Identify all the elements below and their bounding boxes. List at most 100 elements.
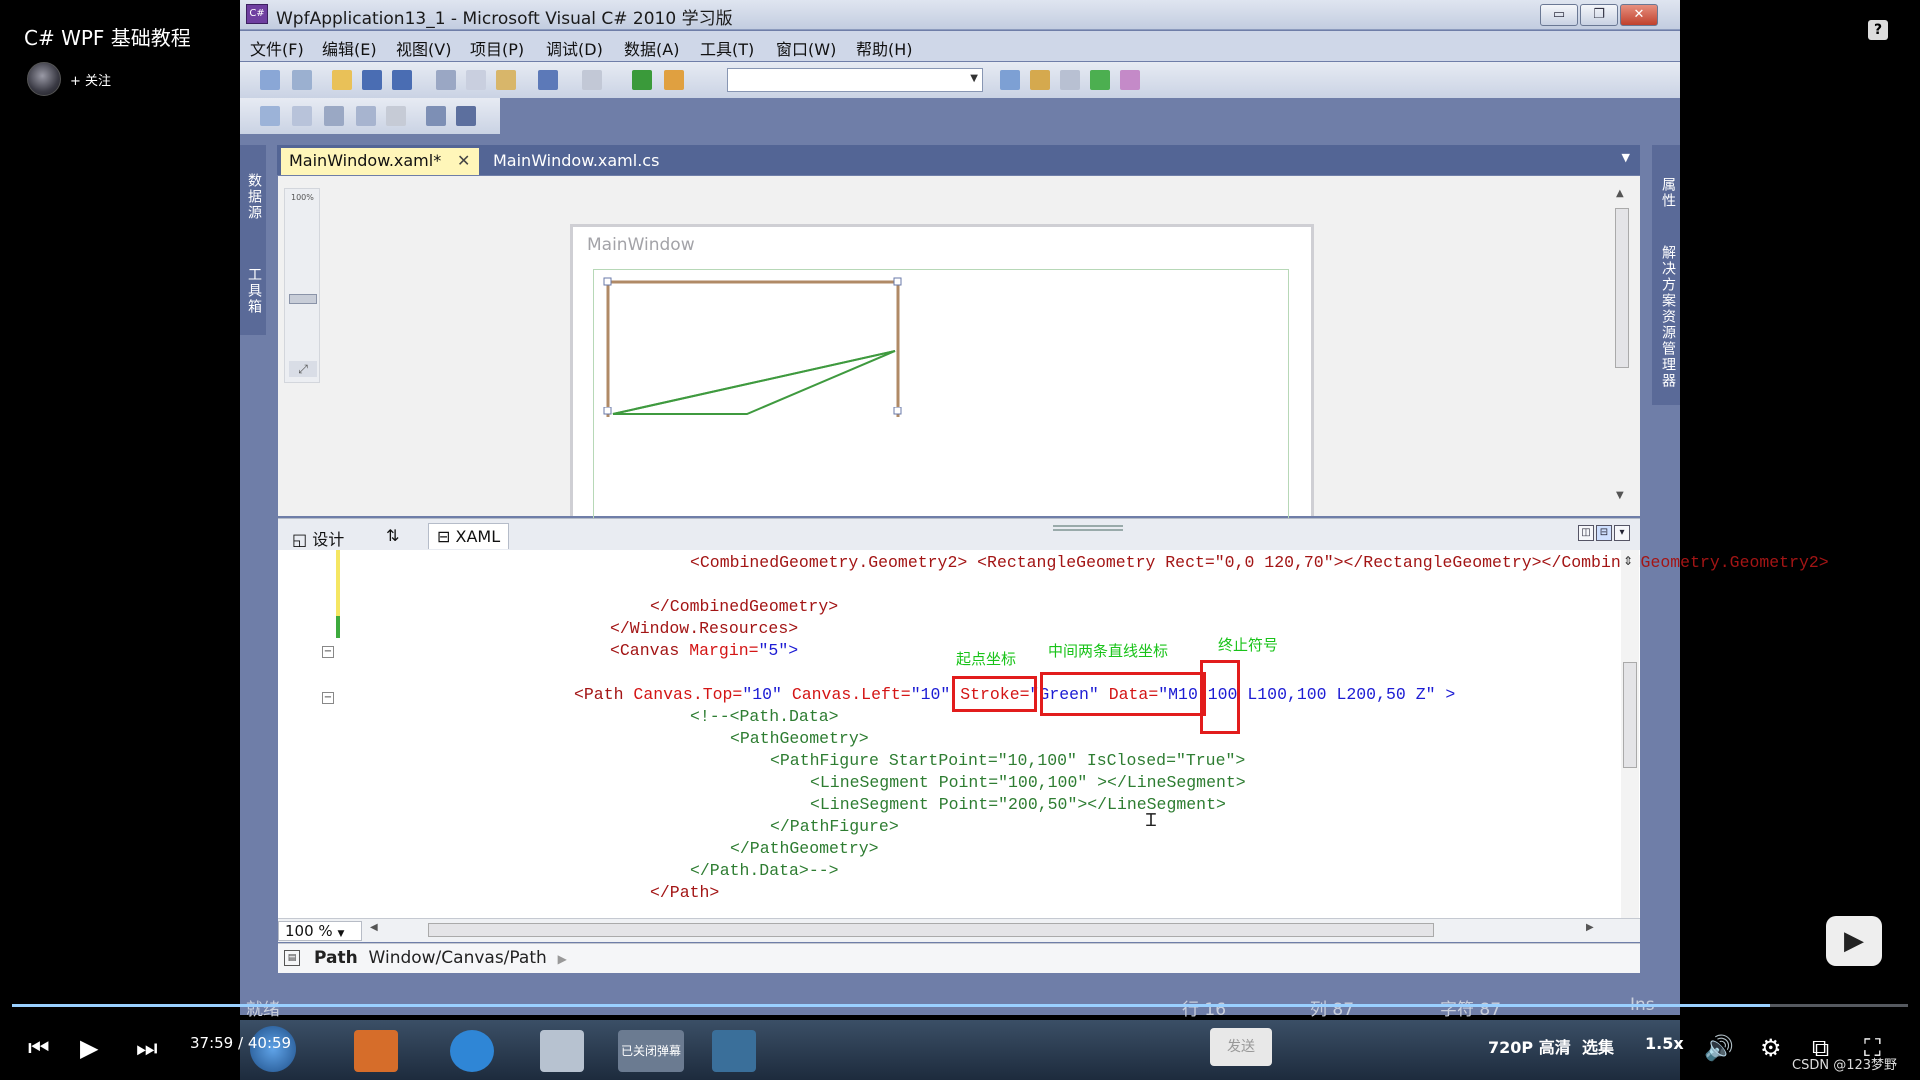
scroll-down-icon[interactable]: ▼: [1616, 490, 1624, 501]
selection-handles-bottom[interactable]: [603, 407, 915, 427]
design-window-title: MainWindow: [587, 235, 695, 255]
selection-bounds: [606, 280, 900, 417]
uploader-avatar[interactable]: [27, 62, 61, 96]
tab-mainwindow-xaml[interactable]: MainWindow.xaml* ✕: [281, 148, 479, 175]
scroll-up-icon[interactable]: ▲: [1616, 188, 1624, 199]
breadcrumb-path[interactable]: Path Window/Canvas/Path ▶: [314, 948, 567, 968]
menu-tools[interactable]: 工具(T): [700, 36, 754, 60]
layout-icon-2[interactable]: [292, 106, 312, 126]
tab-xaml[interactable]: ⊟ XAML: [428, 523, 510, 549]
menu-view[interactable]: 视图(V): [396, 36, 451, 60]
properties-tab[interactable]: 属性: [1658, 177, 1678, 209]
send-danmaku-button[interactable]: 发送: [1210, 1028, 1272, 1066]
collapse-pane-icon[interactable]: ▾: [1614, 525, 1630, 541]
next-icon[interactable]: ⏭: [136, 1034, 158, 1062]
restore-button[interactable]: ❐: [1580, 4, 1618, 26]
tab-mainwindow-xaml-cs[interactable]: MainWindow.xaml.cs: [485, 148, 667, 175]
vertical-split-icon[interactable]: ◫: [1578, 525, 1594, 541]
zoom-slider[interactable]: 100% ⤢: [284, 188, 320, 383]
splitter-grip[interactable]: [1053, 525, 1123, 531]
split-editor-icon[interactable]: ⇕: [1623, 554, 1633, 568]
bilibili-tv-icon[interactable]: ▶: [1826, 916, 1882, 966]
properties-icon[interactable]: [1060, 70, 1080, 90]
editor-vertical-scrollbar[interactable]: ⇕: [1621, 550, 1639, 920]
annotation-box-start: [952, 676, 1037, 712]
time-display: 37:59 / 40:59: [190, 1034, 291, 1052]
time-current: 37:59: [190, 1034, 234, 1052]
menu-data[interactable]: 数据(A): [624, 36, 679, 60]
editor-zoom-select[interactable]: 100 % ▼: [278, 921, 362, 941]
close-icon[interactable]: ✕: [457, 151, 470, 170]
tab-design[interactable]: ◱ 设计: [284, 523, 352, 549]
menu-window[interactable]: 窗口(W): [776, 36, 836, 60]
add-item-icon[interactable]: [292, 70, 312, 90]
copy-icon[interactable]: [466, 70, 486, 90]
design-window-frame[interactable]: MainWindow: [570, 224, 1314, 519]
episodes-button[interactable]: 选集: [1582, 1034, 1614, 1058]
indent-icon[interactable]: [456, 106, 476, 126]
solution-explorer-tab[interactable]: 解决方案资源管理器: [1658, 245, 1678, 389]
status-ready: 就绪: [246, 1000, 280, 1020]
follow-button[interactable]: + 关注: [70, 70, 111, 89]
horizontal-scroll-thumb[interactable]: [428, 923, 1434, 937]
scroll-thumb[interactable]: [1615, 208, 1629, 368]
scroll-right-icon[interactable]: ▶: [1586, 922, 1594, 933]
save-all-icon[interactable]: [392, 70, 412, 90]
menu-debug[interactable]: 调试(D): [546, 36, 603, 60]
pointer-icon[interactable]: [324, 106, 344, 126]
chevron-down-icon[interactable]: ▼: [1622, 151, 1630, 164]
solution-explorer-icon[interactable]: [1030, 70, 1050, 90]
align-icon[interactable]: [426, 106, 446, 126]
cut-icon[interactable]: [436, 70, 456, 90]
solution-config-icon[interactable]: [664, 70, 684, 90]
menu-file[interactable]: 文件(F): [250, 36, 304, 60]
data-sources-tab[interactable]: 数据源: [244, 173, 264, 221]
code-line-16: </Path>: [650, 883, 720, 902]
menu-edit[interactable]: 编辑(E): [322, 36, 377, 60]
fit-to-window-icon[interactable]: ⤢: [289, 361, 317, 377]
fold-toggle-canvas[interactable]: −: [322, 646, 334, 658]
minimize-button[interactable]: ▭: [1540, 4, 1578, 26]
start-debugging-icon[interactable]: [632, 70, 652, 90]
play-icon[interactable]: ▶: [80, 1034, 98, 1062]
video-progress-bar[interactable]: [12, 1004, 1908, 1007]
save-icon[interactable]: [362, 70, 382, 90]
designer-vertical-scrollbar[interactable]: ▲ ▼: [1613, 186, 1631, 506]
close-button[interactable]: ✕: [1620, 4, 1658, 26]
zoom-thumb[interactable]: [289, 294, 317, 304]
token-tag: <Canvas: [610, 641, 680, 660]
toolbox-icon[interactable]: [1120, 70, 1140, 90]
previous-icon[interactable]: ⏮: [28, 1034, 50, 1062]
scroll-left-icon[interactable]: ◀: [370, 922, 378, 933]
help-icon[interactable]: ?: [1868, 20, 1888, 40]
settings-gear-icon[interactable]: ⚙: [1760, 1034, 1782, 1062]
font-icon[interactable]: [356, 106, 376, 126]
fold-toggle-path[interactable]: −: [322, 692, 334, 704]
menu-help[interactable]: 帮助(H): [856, 36, 913, 60]
chevron-right-icon: ▶: [557, 952, 567, 966]
format-icon[interactable]: [386, 106, 406, 126]
layout-toolbar: [240, 98, 500, 134]
undo-icon[interactable]: [538, 70, 558, 90]
paste-icon[interactable]: [496, 70, 516, 90]
toolbox-tab[interactable]: 工具箱: [244, 267, 264, 315]
volume-icon[interactable]: 🔊: [1704, 1034, 1734, 1062]
speed-select[interactable]: 1.5x: [1645, 1034, 1684, 1053]
swap-panes-button[interactable]: ⇅: [378, 523, 407, 549]
redo-icon[interactable]: [582, 70, 602, 90]
xaml-editor[interactable]: − − <CombinedGeometry.Geometry2> <Rectan…: [278, 550, 1829, 920]
path-preview[interactable]: [603, 277, 915, 417]
layout-icon-1[interactable]: [260, 106, 280, 126]
code-line-5: <Canvas Margin="5">: [610, 640, 798, 662]
new-project-icon[interactable]: [260, 70, 280, 90]
find-in-files-icon[interactable]: [1000, 70, 1020, 90]
time-total: 40:59: [247, 1034, 292, 1052]
horizontal-split-icon[interactable]: ⊟: [1596, 525, 1612, 541]
object-browser-icon[interactable]: [1090, 70, 1110, 90]
time-separator: /: [238, 1034, 244, 1052]
scroll-thumb[interactable]: [1623, 662, 1637, 768]
menu-project[interactable]: 项目(P): [470, 36, 524, 60]
find-combo[interactable]: ▼: [727, 68, 983, 92]
quality-select[interactable]: 720P 高清: [1488, 1034, 1571, 1058]
open-file-icon[interactable]: [332, 70, 352, 90]
